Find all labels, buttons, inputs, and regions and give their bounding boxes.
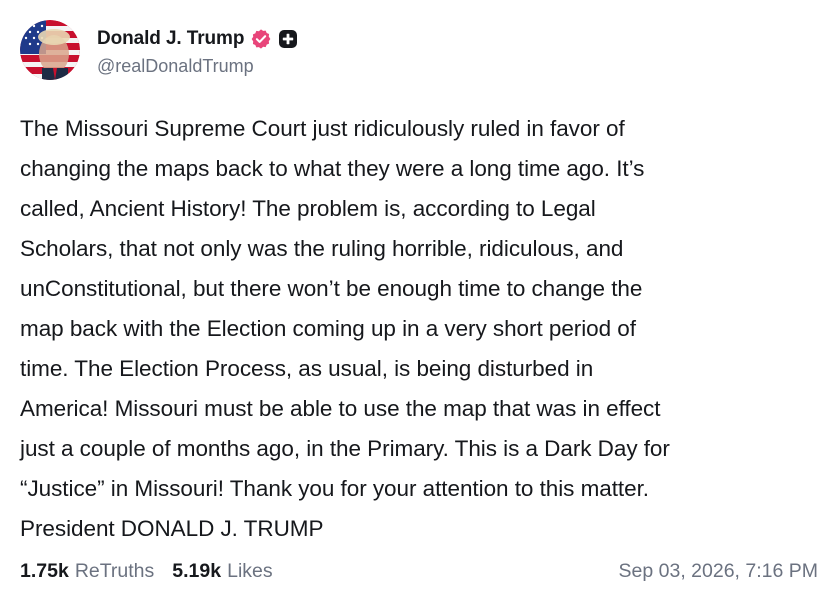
author-identity: Donald J. Trump @realDonaldTrump <box>97 26 298 77</box>
retruths-count: 1.75k <box>20 560 69 582</box>
likes-stat[interactable]: 5.19k Likes <box>172 560 272 583</box>
verified-badge-icon <box>250 28 272 50</box>
plus-badge-icon <box>278 29 298 49</box>
name-row: Donald J. Trump <box>97 26 298 52</box>
post-card: Donald J. Trump @realDonaldTrump The Mis… <box>0 0 840 611</box>
author-handle[interactable]: @realDonaldTrump <box>97 56 298 77</box>
post-header: Donald J. Trump @realDonaldTrump <box>20 20 298 80</box>
author-display-name[interactable]: Donald J. Trump <box>97 28 244 50</box>
retruths-label: ReTruths <box>74 560 155 582</box>
likes-count: 5.19k <box>172 560 222 582</box>
avatar[interactable] <box>20 20 80 80</box>
post-timestamp[interactable]: Sep 03, 2026, 7:16 PM <box>619 560 818 583</box>
retruths-stat[interactable]: 1.75k ReTruths <box>20 560 154 583</box>
post-footer: 1.75k ReTruths 5.19k Likes Sep 03, 2026,… <box>20 560 818 583</box>
portrait-flag-avatar-icon <box>20 20 80 80</box>
post-body-text: The Missouri Supreme Court just ridiculo… <box>20 116 670 541</box>
likes-label: Likes <box>227 560 273 582</box>
